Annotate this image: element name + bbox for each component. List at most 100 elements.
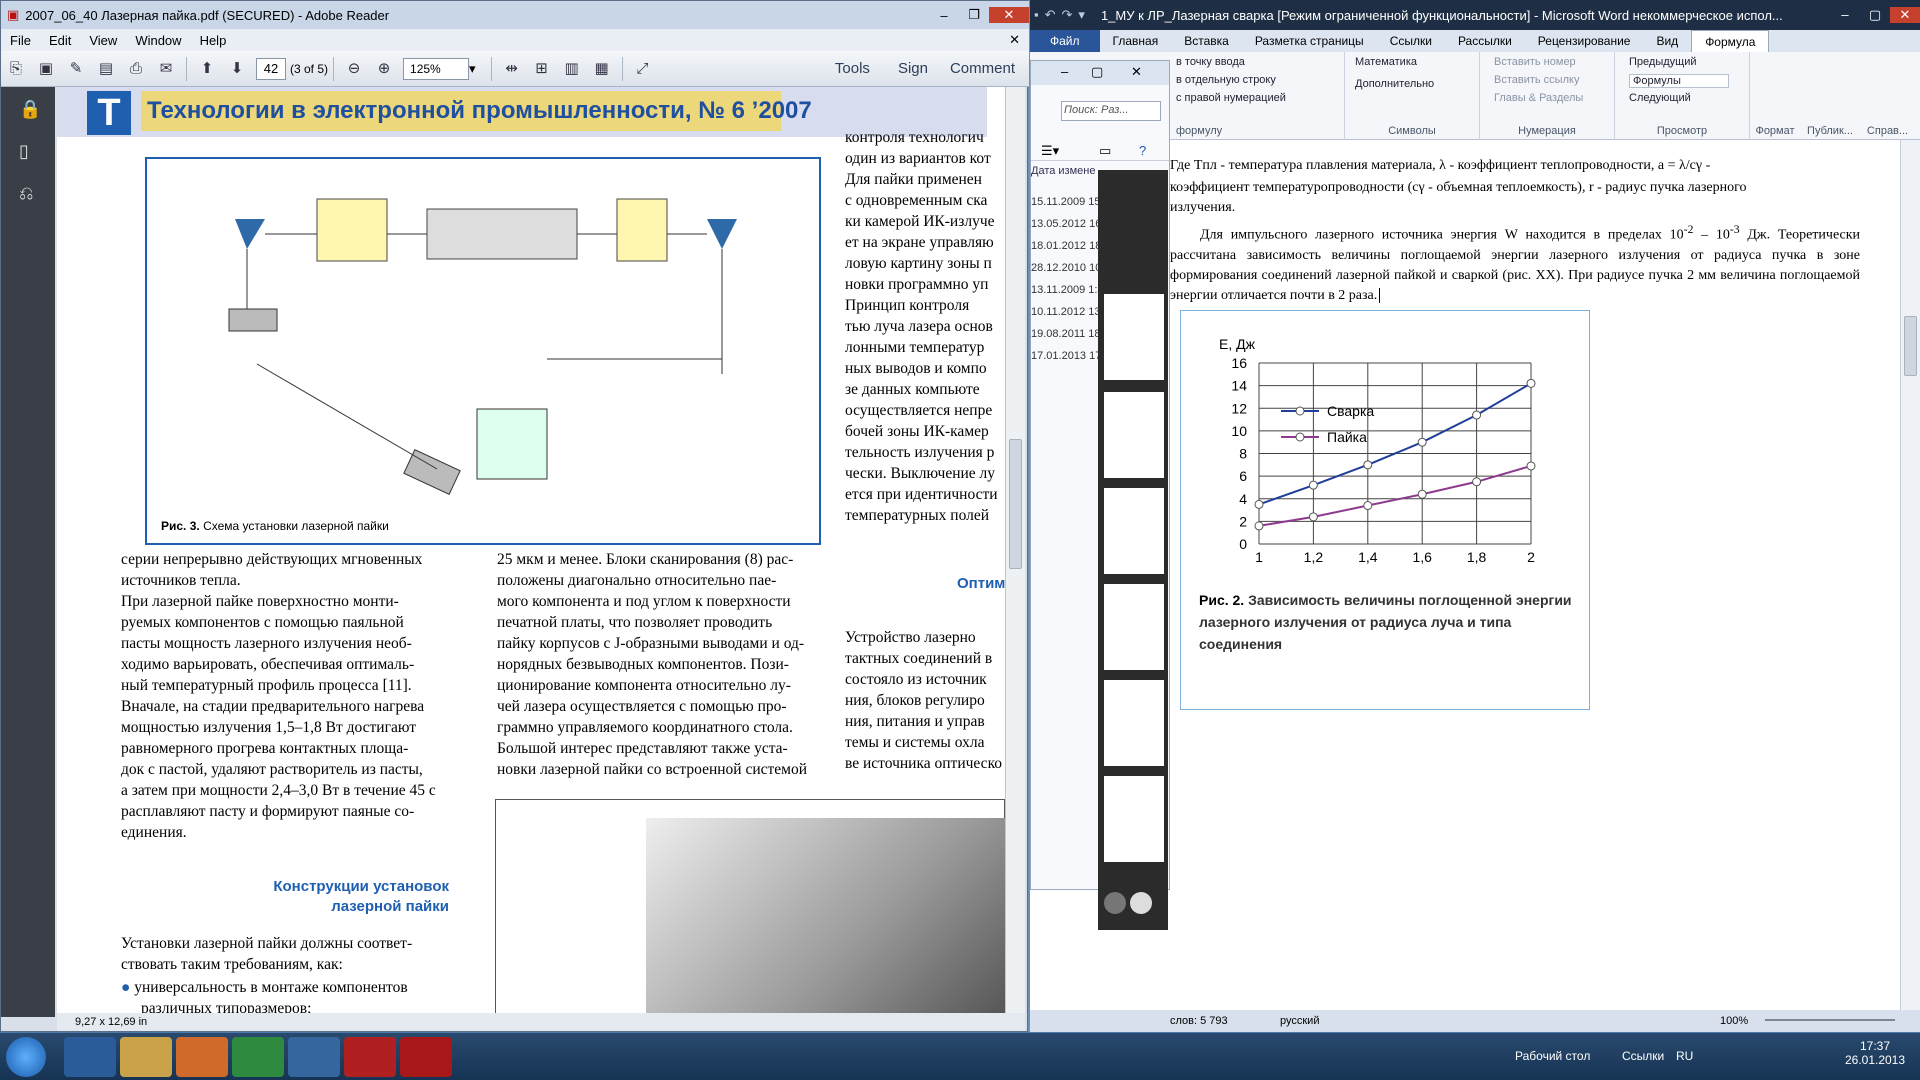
save-icon[interactable]: ▤ [94,57,118,81]
print-icon[interactable]: ⎙ [124,57,148,81]
antivirus-icon[interactable] [344,1037,396,1077]
tab-home[interactable]: Главная [1100,30,1172,52]
email-icon[interactable]: ✉ [154,57,178,81]
menu-edit[interactable]: Edit [40,33,80,48]
scroll-up-icon[interactable] [1104,892,1126,914]
pages-icon[interactable]: ▯ [19,141,29,162]
undo-icon[interactable]: ↶ [1045,7,1056,23]
save-icon[interactable]: ▪ [1034,7,1039,23]
help-icon[interactable]: ? [1139,143,1146,158]
fit-page-icon[interactable]: ⊞ [530,57,554,81]
pdf-page[interactable]: T Технологии в электронной промышленност… [57,87,1005,1013]
insert-right-numbered-button[interactable]: с правой нумерацией [1176,92,1286,104]
insert-link-button[interactable]: Вставить ссылку [1494,74,1579,86]
tab-insert[interactable]: Вставка [1171,30,1242,52]
close-icon[interactable]: ✕ [1131,64,1142,80]
minimize-icon[interactable]: – [1061,64,1068,79]
media-player-icon[interactable] [176,1037,228,1077]
page-thumbnail[interactable] [1104,584,1164,670]
scroll-thumb[interactable] [1009,439,1022,569]
publish-button[interactable]: Публик... [1800,125,1860,137]
comment-button[interactable]: Comment [942,60,1029,77]
tab-review[interactable]: Рецензирование [1525,30,1644,52]
math-button[interactable]: Математика [1355,56,1417,68]
start-button[interactable] [6,1037,46,1077]
scroll-down-icon[interactable] [1130,892,1152,914]
page-thumbnail[interactable] [1104,488,1164,574]
page-thumbnail[interactable] [1104,680,1164,766]
chrome-icon[interactable] [232,1037,284,1077]
edit-icon[interactable]: ✎ [64,57,88,81]
date-column-header[interactable]: Дата измене [1031,165,1095,177]
next-button[interactable]: Следующий [1629,92,1691,104]
adobe-taskbar-icon[interactable] [400,1037,452,1077]
search-input[interactable]: Поиск: Раз... [1061,101,1161,121]
page-view-icon[interactable]: ▥ [560,57,584,81]
clock[interactable]: 17:37 26.01.2013 [1840,1039,1910,1067]
word-taskbar-icon[interactable] [288,1037,340,1077]
zoom-out-icon[interactable]: ⊖ [342,57,366,81]
fit-width-icon[interactable]: ⇹ [500,57,524,81]
open-icon[interactable]: ▣ [34,57,58,81]
redo-icon[interactable]: ↷ [1062,7,1073,23]
pane-icon[interactable]: ▭ [1099,143,1111,159]
scroll-thumb[interactable] [1904,316,1917,376]
page-thumbnail[interactable] [1104,776,1164,862]
ie-icon[interactable] [64,1037,116,1077]
formulas-select[interactable]: Формулы [1629,74,1729,88]
tab-view[interactable]: Вид [1643,30,1691,52]
format-button[interactable]: Формат [1750,125,1800,137]
close-icon[interactable]: ✕ [989,7,1029,23]
customize-icon[interactable]: ▾ [1078,7,1085,23]
prev-page-icon[interactable]: ⬆ [195,57,219,81]
explorer-icon[interactable] [120,1037,172,1077]
expand-icon[interactable]: ⤢ [631,57,655,81]
view-icon[interactable]: ☰▾ [1041,143,1059,159]
zoom-select[interactable]: 125% [403,57,470,80]
menu-window[interactable]: Window [126,33,190,48]
insert-separate-line-button[interactable]: в отдельную строку [1176,74,1276,86]
zoom-level[interactable]: 100% [1720,1015,1748,1027]
help-button[interactable]: Справ... [1860,125,1915,137]
links-toolbar[interactable]: Ссылки [1622,1049,1664,1063]
chevron-down-icon[interactable]: ▾ [469,61,476,77]
lock-icon[interactable]: 🔒 [19,99,41,120]
sign-button[interactable]: Sign [884,60,942,77]
close-icon[interactable]: ✕ [1890,7,1920,23]
desktop-toolbar[interactable]: Рабочий стол [1515,1049,1590,1063]
more-button[interactable]: Дополнительно [1355,78,1434,90]
language-indicator[interactable]: RU [1676,1049,1693,1063]
zoom-slider[interactable] [1765,1019,1895,1021]
page-thumbnail[interactable] [1104,392,1164,478]
zoom-in-icon[interactable]: ⊕ [372,57,396,81]
previous-button[interactable]: Предыдущий [1629,56,1696,68]
tab-mailings[interactable]: Рассылки [1445,30,1525,52]
chapters-button[interactable]: Главы & Разделы [1494,92,1583,104]
tab-references[interactable]: Ссылки [1377,30,1445,52]
insert-at-cursor-button[interactable]: в точку ввода [1176,56,1245,68]
language-status[interactable]: русский [1280,1015,1319,1027]
page-thumbnail[interactable] [1104,294,1164,380]
insert-number-button[interactable]: Вставить номер [1494,56,1576,68]
tab-file[interactable]: Файл [1030,30,1100,52]
word-count[interactable]: слов: 5 793 [1170,1015,1228,1027]
minimize-icon[interactable]: – [929,8,959,23]
restore-icon[interactable]: ❐ [959,7,989,23]
maximize-icon[interactable]: ▢ [1091,64,1103,80]
menu-help[interactable]: Help [191,33,236,48]
create-icon[interactable]: ⎘ [4,57,28,81]
two-page-icon[interactable]: ▦ [590,57,614,81]
maximize-icon[interactable]: ▢ [1860,7,1890,23]
close-document-icon[interactable]: ✕ [1000,32,1029,48]
tools-button[interactable]: Tools [821,60,884,77]
tab-layout[interactable]: Разметка страницы [1242,30,1377,52]
menu-view[interactable]: View [80,33,126,48]
adobe-vertical-scrollbar[interactable] [1005,87,1025,1013]
menu-file[interactable]: File [1,33,40,48]
next-page-icon[interactable]: ⬇ [225,57,249,81]
tab-formula[interactable]: Формула [1691,30,1770,52]
minimize-icon[interactable]: – [1830,7,1860,23]
page-number-input[interactable]: 42 [256,57,286,80]
attachment-icon[interactable]: ⎌ [19,183,33,204]
word-vertical-scrollbar[interactable] [1900,140,1920,1010]
